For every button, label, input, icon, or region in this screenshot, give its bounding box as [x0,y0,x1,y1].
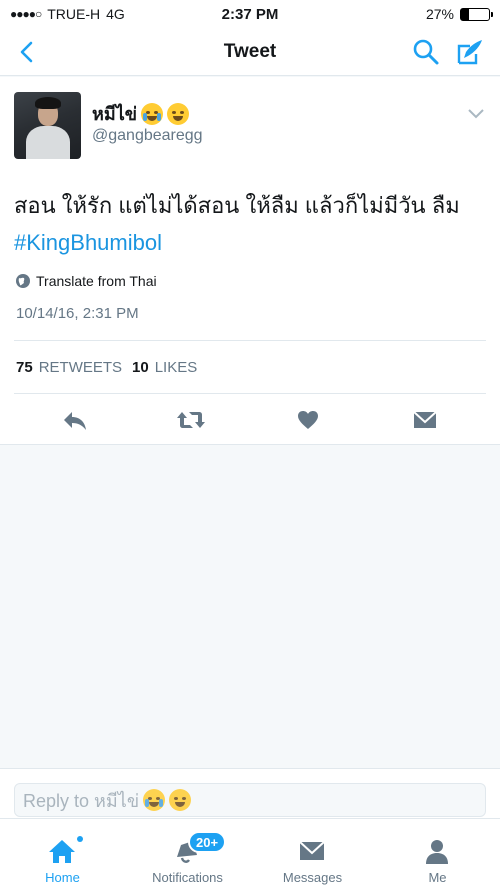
nav-bar: Tweet [0,28,500,76]
laughing-tears-emoji-icon [167,102,190,125]
translate-label: Translate from Thai [36,273,157,289]
network-type-label: 4G [106,6,125,22]
battery-fill [461,8,469,20]
like-label[interactable]: LIKES [155,359,198,376]
crying-emoji-icon [143,789,166,811]
reply-input[interactable]: Reply to หมีไข่ [14,783,486,817]
tweet-text: สอน ให้รัก แต่ไม่ได้สอน ให้ลืม แล้วก็ไม่… [14,187,489,261]
divider [14,340,486,341]
chevron-down-icon[interactable] [466,107,486,121]
home-icon [47,837,77,865]
tweet-body-text: สอน ให้รัก แต่ไม่ได้สอน ให้ลืม แล้วก็ไม่… [14,193,460,218]
translate-link[interactable]: Translate from Thai [16,273,157,289]
new-content-dot [77,836,83,842]
globe-icon [16,274,30,288]
status-bar: ●●●●○ TRUE-H 4G 2:37 PM 27% [0,0,500,28]
laughing-tears-emoji-icon [169,789,192,811]
heart-icon[interactable] [296,408,322,432]
user-name-text: หมีไข่ [92,104,138,124]
compose-icon[interactable] [456,38,484,66]
tweet-stats: 75 RETWEETS 10 LIKES [16,359,197,376]
reply-placeholder: Reply to หมีไข่ [23,790,140,811]
carrier-label: TRUE-H [47,6,101,22]
like-count[interactable]: 10 [132,359,149,376]
tab-bar: Home 20+ Notifications Messages Me [0,818,500,889]
tweet-detail: หมีไข่ @gangbearegg สอน ให้รัก แต่ไม่ได้… [0,77,500,445]
signal-strength-indicator: ●●●●○ [10,7,42,21]
battery-percent: 27% [425,6,454,22]
tweet-actions [0,402,500,442]
hashtag-link[interactable]: #KingBhumibol [14,230,162,255]
direct-message-icon[interactable] [412,408,438,432]
reply-bar: Reply to หมีไข่ [0,768,500,818]
tab-messages[interactable]: Messages [250,819,375,889]
tweet-timestamp: 10/14/16, 2:31 PM [16,305,139,322]
envelope-icon [297,837,327,865]
back-chevron-icon[interactable] [12,38,40,66]
avatar[interactable] [14,92,81,159]
search-icon[interactable] [412,38,440,66]
retweet-label[interactable]: RETWEETS [39,359,122,376]
page-title: Tweet [223,40,277,62]
retweet-icon[interactable] [176,408,206,432]
user-name[interactable]: หมีไข่ [92,99,190,128]
notification-badge: 20+ [188,831,227,853]
battery-icon [460,7,493,21]
tab-notifications[interactable]: 20+ Notifications [125,819,250,889]
reply-icon[interactable] [62,408,88,432]
divider [14,393,486,394]
tab-me[interactable]: Me [375,819,500,889]
retweet-count[interactable]: 75 [16,359,33,376]
crying-emoji-icon [141,102,164,125]
person-icon [422,837,452,865]
user-handle[interactable]: @gangbearegg [92,127,203,145]
tab-home[interactable]: Home [0,819,125,889]
